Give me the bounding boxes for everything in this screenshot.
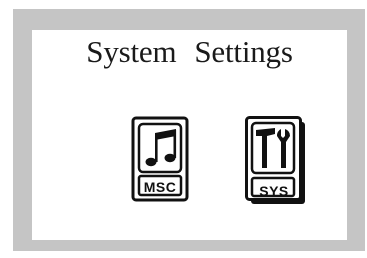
msc-app-button[interactable]: MSC [131,116,189,202]
device-screen: System Settings MSC SYS [32,30,347,240]
screen-title: System Settings [32,34,347,70]
sys-label: SYS [259,183,289,199]
title-system: System [86,34,177,69]
sys-app-button[interactable]: SYS [245,116,305,204]
title-settings: Settings [194,34,293,69]
msc-label: MSC [143,179,177,195]
